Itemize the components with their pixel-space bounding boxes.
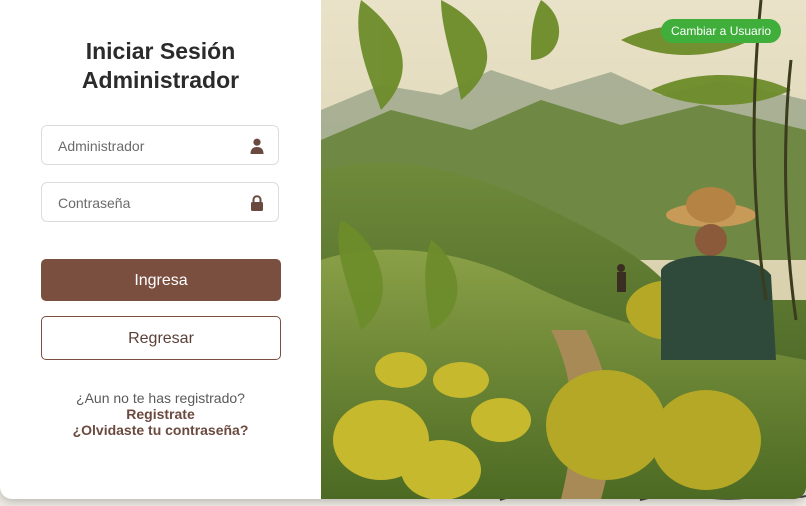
title-line-1: Iniciar Sesión (85, 38, 236, 64)
user-icon (250, 138, 264, 154)
back-button[interactable]: Regresar (41, 316, 281, 360)
password-field[interactable] (41, 182, 279, 223)
login-form-panel: Iniciar Sesión Administrador Ingresa Reg… (0, 0, 321, 499)
page-title: Iniciar Sesión Administrador (0, 37, 321, 95)
auth-links: ¿Aun no te has registrado? Registrate ¿O… (0, 390, 321, 438)
register-question: ¿Aun no te has registrado? (76, 390, 245, 406)
username-input[interactable] (56, 126, 250, 166)
login-button[interactable]: Ingresa (41, 259, 281, 301)
switch-user-button[interactable]: Cambiar a Usuario (661, 19, 782, 43)
lock-icon (251, 195, 263, 211)
login-card: Iniciar Sesión Administrador Ingresa Reg… (0, 0, 806, 499)
hero-image (321, 0, 806, 499)
password-input[interactable] (56, 183, 250, 223)
title-line-2: Administrador (81, 67, 240, 93)
register-link[interactable]: Registrate (0, 406, 321, 422)
username-field[interactable] (41, 125, 279, 166)
forgot-password-link[interactable]: ¿Olvidaste tu contraseña? (0, 422, 321, 438)
